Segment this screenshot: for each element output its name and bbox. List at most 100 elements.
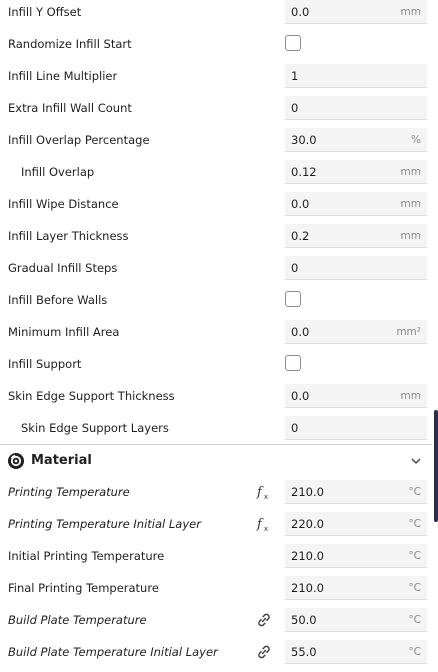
field-value: 0.2 — [291, 229, 310, 243]
field-value: 0.12 — [291, 165, 317, 179]
function-icon[interactable]: f x — [256, 484, 272, 500]
value-field[interactable]: 0.0 mm² — [285, 320, 427, 344]
setting-label: Final Printing Temperature — [8, 581, 159, 595]
field-value: 30.0 — [291, 133, 317, 147]
field-unit: mm² — [396, 326, 421, 338]
setting-label: Gradual Infill Steps — [8, 261, 118, 275]
value-field[interactable]: 0 — [285, 96, 427, 120]
setting-row-infill-wipe-distance: Infill Wipe Distance 0.0 mm — [0, 192, 432, 224]
setting-row-printing-temperature: Printing Temperature f x 210.0 °C — [0, 480, 432, 512]
svg-text:x: x — [264, 493, 268, 500]
checkbox[interactable] — [285, 291, 301, 307]
setting-row-infill-overlap: Infill Overlap 0.12 mm — [0, 160, 432, 192]
setting-row-build-plate-temperature: Build Plate Temperature 50.0 °C — [0, 608, 432, 640]
field-unit: mm — [400, 390, 421, 402]
setting-label: Printing Temperature — [8, 485, 130, 499]
setting-label: Initial Printing Temperature — [8, 549, 165, 563]
value-field[interactable]: 0.0 mm — [285, 192, 427, 216]
chevron-down-icon[interactable] — [410, 455, 422, 467]
field-value: 55.0 — [291, 645, 317, 659]
material-spool-icon — [8, 453, 24, 469]
setting-row-infill-y-offset: Infill Y Offset 0.0 mm — [0, 0, 432, 32]
value-field[interactable]: 1 — [285, 64, 427, 88]
field-value: 210.0 — [291, 549, 324, 563]
value-field[interactable]: 220.0 °C — [285, 512, 427, 536]
setting-row-gradual-infill-steps: Gradual Infill Steps 0 — [0, 256, 432, 288]
value-field[interactable]: 55.0 °C — [285, 640, 427, 664]
field-unit: °C — [408, 518, 421, 530]
setting-label: Infill Y Offset — [8, 5, 82, 19]
value-field[interactable]: 0.2 mm — [285, 224, 427, 248]
svg-text:f: f — [256, 485, 264, 500]
field-unit: mm — [400, 198, 421, 210]
material-section-header[interactable]: Material — [0, 444, 432, 477]
setting-row-infill-layer-thickness: Infill Layer Thickness 0.2 mm — [0, 224, 432, 256]
value-field[interactable]: 0.12 mm — [285, 160, 427, 184]
function-icon[interactable]: f x — [256, 516, 272, 532]
link-icon[interactable] — [256, 612, 272, 628]
field-unit: °C — [408, 614, 421, 626]
field-unit: °C — [408, 646, 421, 658]
scrollbar-handle[interactable] — [434, 410, 438, 522]
setting-row-build-plate-temperature-initial-layer: Build Plate Temperature Initial Layer 55… — [0, 640, 432, 672]
setting-label: Build Plate Temperature — [8, 613, 147, 627]
checkbox[interactable] — [285, 355, 301, 371]
setting-label: Skin Edge Support Thickness — [8, 389, 175, 403]
field-value: 210.0 — [291, 581, 324, 595]
setting-row-infill-support: Infill Support — [0, 352, 432, 384]
field-value: 0.0 — [291, 389, 310, 403]
field-unit: mm — [400, 6, 421, 18]
field-value: 50.0 — [291, 613, 317, 627]
value-field[interactable]: 30.0 % — [285, 128, 427, 152]
setting-row-skin-edge-support-thickness: Skin Edge Support Thickness 0.0 mm — [0, 384, 432, 416]
setting-row-printing-temperature-initial-layer: Printing Temperature Initial Layer f x 2… — [0, 512, 432, 544]
field-value: 210.0 — [291, 485, 324, 499]
value-field[interactable]: 0.0 mm — [285, 384, 427, 408]
field-value: 0 — [291, 261, 299, 275]
setting-label: Randomize Infill Start — [8, 37, 132, 51]
setting-label: Infill Before Walls — [8, 293, 108, 307]
setting-label: Infill Overlap Percentage — [8, 133, 150, 147]
field-unit: mm — [400, 230, 421, 242]
field-value: 1 — [291, 69, 299, 83]
checkbox[interactable] — [285, 35, 301, 51]
field-unit: °C — [408, 582, 421, 594]
field-value: 220.0 — [291, 517, 324, 531]
setting-label: Extra Infill Wall Count — [8, 101, 132, 115]
field-unit: °C — [408, 550, 421, 562]
setting-row-extra-infill-wall-count: Extra Infill Wall Count 0 — [0, 96, 432, 128]
field-value: 0.0 — [291, 325, 310, 339]
value-field[interactable]: 0 — [285, 256, 427, 280]
setting-row-initial-printing-temperature: Initial Printing Temperature 210.0 °C — [0, 544, 432, 576]
field-unit: °C — [408, 486, 421, 498]
field-unit: mm — [400, 166, 421, 178]
value-field[interactable]: 210.0 °C — [285, 576, 427, 600]
setting-label: Infill Support — [8, 357, 82, 371]
field-value: 0.0 — [291, 5, 310, 19]
setting-label: Build Plate Temperature Initial Layer — [8, 645, 218, 659]
value-field[interactable]: 210.0 °C — [285, 480, 427, 504]
setting-label: Infill Overlap — [21, 165, 95, 179]
field-value: 0 — [291, 421, 299, 435]
settings-panel: Infill Y Offset 0.0 mm Randomize Infill … — [0, 0, 438, 665]
setting-label: Minimum Infill Area — [8, 325, 120, 339]
setting-row-minimum-infill-area: Minimum Infill Area 0.0 mm² — [0, 320, 432, 352]
svg-text:f: f — [256, 517, 264, 532]
setting-row-infill-overlap-percentage: Infill Overlap Percentage 30.0 % — [0, 128, 432, 160]
value-field[interactable]: 0.0 mm — [285, 0, 427, 24]
value-field[interactable]: 50.0 °C — [285, 608, 427, 632]
value-field[interactable]: 0 — [285, 416, 427, 440]
field-value: 0 — [291, 101, 299, 115]
field-value: 0.0 — [291, 197, 310, 211]
setting-row-infill-before-walls: Infill Before Walls — [0, 288, 432, 320]
setting-row-randomize-infill-start: Randomize Infill Start — [0, 32, 432, 64]
setting-label: Printing Temperature Initial Layer — [8, 517, 201, 531]
svg-text:x: x — [264, 525, 268, 532]
link-icon[interactable] — [256, 644, 272, 660]
field-unit: % — [411, 134, 421, 146]
value-field[interactable]: 210.0 °C — [285, 544, 427, 568]
setting-row-final-printing-temperature: Final Printing Temperature 210.0 °C — [0, 576, 432, 608]
setting-label: Infill Line Multiplier — [8, 69, 118, 83]
setting-label: Infill Wipe Distance — [8, 197, 119, 211]
setting-row-infill-line-multiplier: Infill Line Multiplier 1 — [0, 64, 432, 96]
